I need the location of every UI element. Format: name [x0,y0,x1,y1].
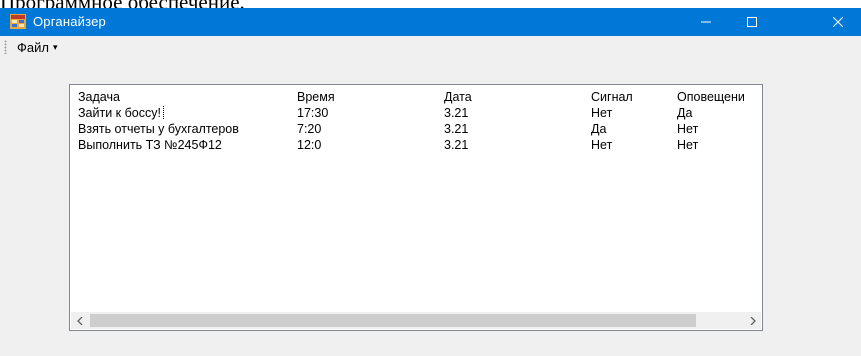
cell-task: Взять отчеты у бухгалтеров [78,122,239,136]
column-header-date[interactable]: Дата [444,90,584,104]
tasks-list[interactable]: Задача Время Дата Сигнал Оповещени Зайти… [69,84,763,331]
cell-task: Выполнить ТЗ №245Ф12 [78,138,222,152]
window-title: Органайзер [33,14,106,29]
close-icon [833,17,843,27]
chevron-right-icon [750,316,756,325]
cell-task: Зайти к боссу! [78,106,288,120]
chevron-down-icon: ▾ [52,41,58,52]
table-row[interactable]: Взять отчеты у бухгалтеров 7:20 3.21 Да … [70,122,762,137]
menu-bar: Файл ▾ [0,36,861,58]
toolbar-grip[interactable] [4,40,7,54]
cell-task-text: Зайти к боссу! [78,106,164,120]
chevron-left-icon [76,316,82,325]
minimize-icon [701,21,711,23]
cell-date: 3.21 [444,106,469,120]
menu-file-label: Файл [17,39,49,55]
menu-file[interactable]: Файл ▾ [17,39,58,55]
column-header-time[interactable]: Время [297,90,427,104]
cell-notification: Нет [677,138,699,152]
cell-time: 12:0 [297,138,322,152]
scroll-right-button[interactable] [744,312,761,329]
table-row[interactable]: Зайти к боссу! 17:30 3.21 Нет Да [70,106,762,121]
cell-signal: Нет [591,106,613,120]
column-header-task[interactable]: Задача [78,90,288,104]
minimize-button[interactable] [683,8,729,36]
cell-date: 3.21 [444,138,469,152]
cell-signal: Нет [591,138,613,152]
cell-time: 17:30 [297,106,329,120]
table-row[interactable]: Выполнить ТЗ №245Ф12 12:0 3.21 Нет Нет [70,138,762,153]
list-header: Задача Время Дата Сигнал Оповещени [70,90,762,105]
horizontal-scrollbar[interactable] [71,312,761,329]
cell-time: 7:20 [297,122,322,136]
column-header-notification[interactable]: Оповещени [677,90,762,104]
close-button[interactable] [815,8,861,36]
scroll-left-button[interactable] [71,312,88,329]
scrollbar-thumb[interactable] [90,314,696,327]
organizer-window: Органайзер Файл ▾ Задача Время Дата Сигн… [0,8,861,356]
maximize-button[interactable] [729,8,775,36]
title-bar[interactable]: Органайзер [0,8,861,36]
cell-notification: Да [677,106,693,120]
cell-date: 3.21 [444,122,469,136]
maximize-icon [747,17,757,27]
cell-signal: Да [591,122,607,136]
column-header-signal[interactable]: Сигнал [591,90,671,104]
cell-notification: Нет [677,122,699,136]
app-icon [10,14,26,29]
